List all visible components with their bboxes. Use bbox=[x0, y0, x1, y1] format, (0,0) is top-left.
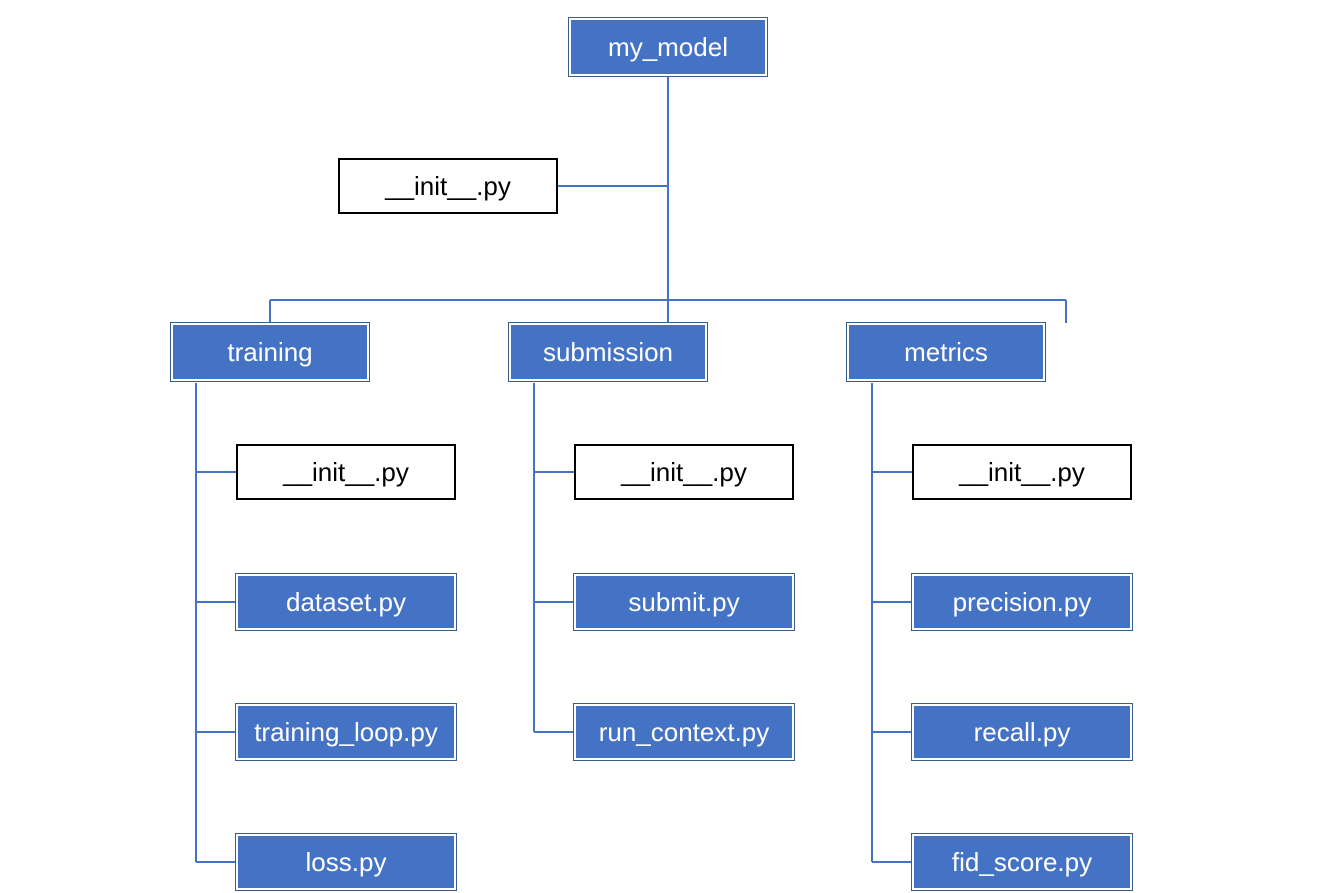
file-training-0: __init__.py bbox=[236, 444, 456, 500]
file-submission-0: __init__.py bbox=[574, 444, 794, 500]
file-metrics-3: fid_score.py bbox=[912, 834, 1132, 890]
file-submission-1: submit.py bbox=[574, 574, 794, 630]
file-training-3: loss.py bbox=[236, 834, 456, 890]
file-training-1: dataset.py bbox=[236, 574, 456, 630]
file-metrics-2: recall.py bbox=[912, 704, 1132, 760]
diagram-canvas: my_model __init__.py training __init__.p… bbox=[0, 0, 1337, 893]
folder-submission: submission bbox=[509, 323, 707, 381]
folder-training: training bbox=[171, 323, 369, 381]
file-submission-2: run_context.py bbox=[574, 704, 794, 760]
file-metrics-1: precision.py bbox=[912, 574, 1132, 630]
root-init-file: __init__.py bbox=[338, 158, 558, 214]
root-folder: my_model bbox=[569, 18, 767, 76]
folder-metrics: metrics bbox=[847, 323, 1045, 381]
file-metrics-0: __init__.py bbox=[912, 444, 1132, 500]
file-training-2: training_loop.py bbox=[236, 704, 456, 760]
